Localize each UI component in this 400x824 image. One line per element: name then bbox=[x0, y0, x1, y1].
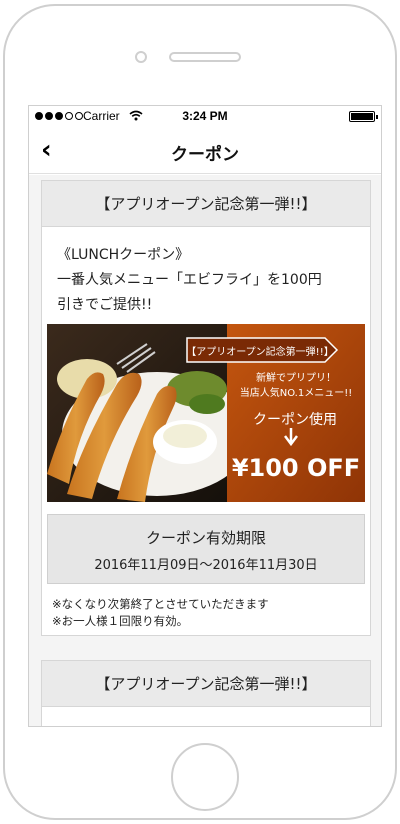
camera-icon bbox=[135, 51, 147, 63]
coupon-description-line: 引きでご提供!! bbox=[57, 297, 153, 313]
coupon-note: ※なくなり次第終了とさせていただきます bbox=[52, 597, 269, 611]
status-bar: Carrier 3:24 PM bbox=[29, 106, 381, 128]
coupon-note: ※お一人様１回限り有効。 bbox=[52, 614, 189, 628]
validity-title: クーポン有効期限 bbox=[145, 529, 266, 547]
promo-tagline: 当店人気NO.1メニュー!! bbox=[240, 386, 353, 399]
coupon-description-line: 《LUNCHクーポン》 bbox=[57, 247, 190, 263]
phone-frame: Carrier 3:24 PM ‹ クーポン 【アプリオープン記念第一弾!!】 … bbox=[3, 4, 397, 820]
coupon-card: 【アプリオープン記念第一弾!!】 《LUNCHクーポン》 一番人気メニュー「エビ… bbox=[41, 180, 371, 636]
status-time: 3:24 PM bbox=[182, 109, 228, 123]
home-button[interactable] bbox=[171, 743, 239, 811]
validity-dates: 2016年11月09日〜2016年11月30日 bbox=[94, 558, 318, 573]
coupon-promo-image: 【アプリオープン記念第一弾!!】 新鮮でプリプリ！ 当店人気NO.1メニュー!!… bbox=[47, 324, 365, 502]
coupon-validity: クーポン有効期限 2016年11月09日〜2016年11月30日 bbox=[47, 514, 365, 584]
coupon-card-header: 【アプリオープン記念第一弾!!】 bbox=[42, 661, 370, 707]
promo-use-label: クーポン使用 bbox=[253, 411, 337, 428]
navigation-bar: ‹ クーポン bbox=[29, 128, 381, 174]
promo-banner: 【アプリオープン記念第一弾!!】 bbox=[186, 345, 333, 358]
speaker-grille bbox=[169, 52, 241, 62]
promo-discount: ¥100 OFF bbox=[232, 454, 360, 482]
phone-screen: Carrier 3:24 PM ‹ クーポン 【アプリオープン記念第一弾!!】 … bbox=[28, 105, 382, 727]
coupon-description-line: 一番人気メニュー「エビフライ」を100円 bbox=[57, 272, 322, 288]
coupon-notes: ※なくなり次第終了とさせていただきます ※お一人様１回限り有効。 bbox=[52, 596, 269, 630]
page-title: クーポン bbox=[171, 145, 239, 165]
coupon-card: 【アプリオープン記念第一弾!!】 bbox=[41, 660, 371, 726]
promo-tagline: 新鮮でプリプリ！ bbox=[256, 371, 336, 384]
coupon-list[interactable]: 【アプリオープン記念第一弾!!】 《LUNCHクーポン》 一番人気メニュー「エビ… bbox=[29, 175, 381, 726]
promo-illustration: 【アプリオープン記念第一弾!!】 新鮮でプリプリ！ 当店人気NO.1メニュー!!… bbox=[47, 324, 365, 502]
coupon-description: 《LUNCHクーポン》 一番人気メニュー「エビフライ」を100円 引きでご提供!… bbox=[57, 243, 362, 318]
battery-icon bbox=[349, 111, 378, 122]
coupon-card-header: 【アプリオープン記念第一弾!!】 bbox=[42, 181, 370, 227]
